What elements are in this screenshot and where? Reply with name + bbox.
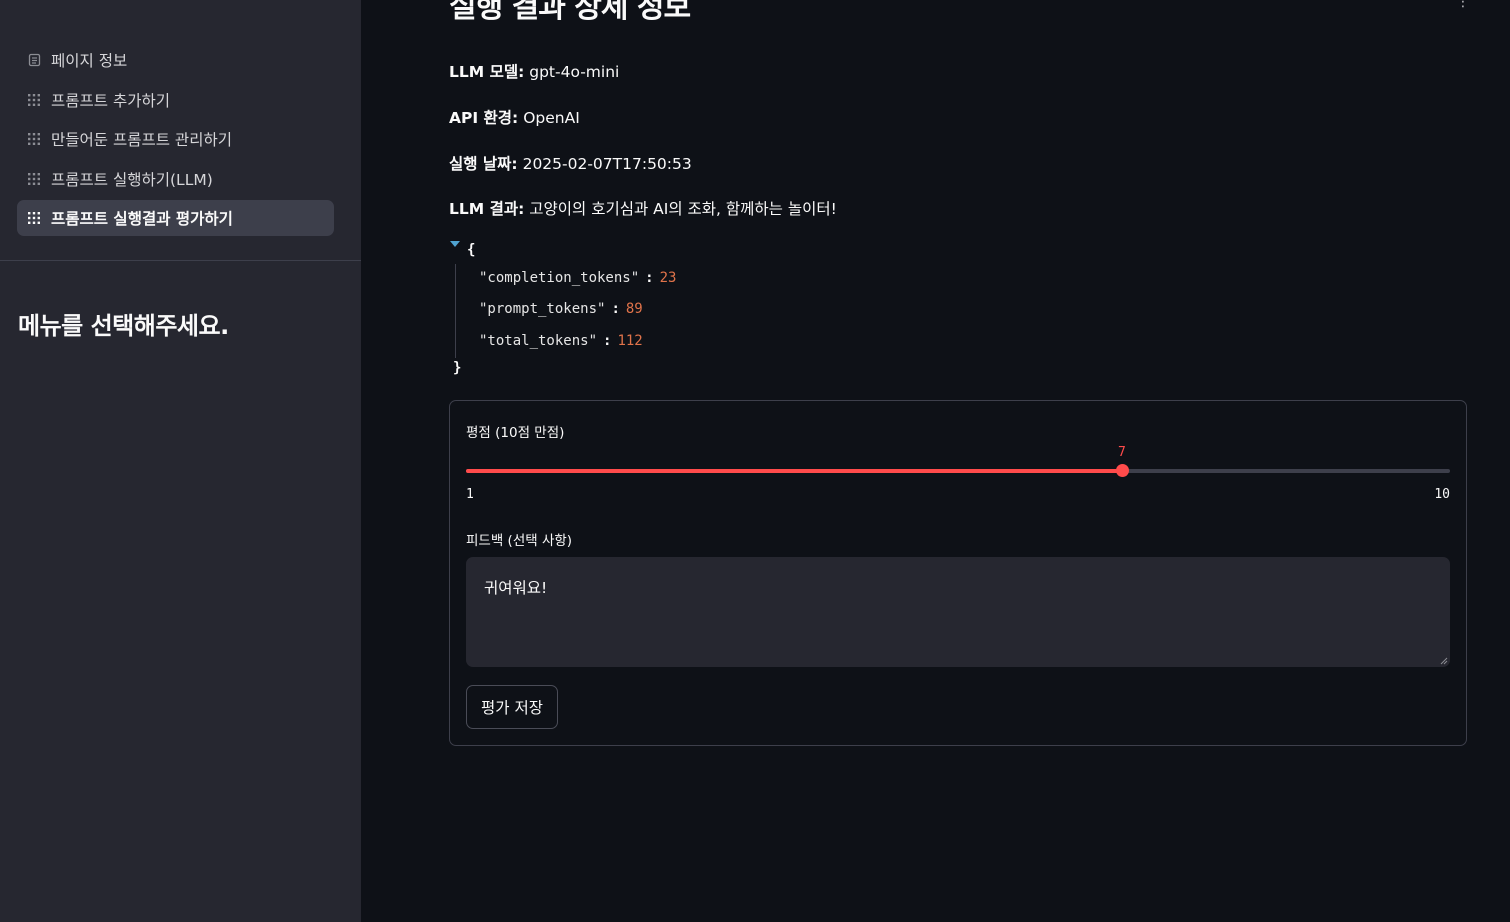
menu-icon[interactable]: ⋮ xyxy=(1456,0,1470,10)
rating-label: 평점 (10점 만점) xyxy=(466,425,565,441)
feedback-textarea[interactable]: 귀여워요! xyxy=(466,557,1450,667)
date-info: 실행 날짜: 2025-02-07T17:50:53 xyxy=(449,152,692,174)
resize-handle-icon[interactable] xyxy=(1440,657,1448,665)
api-value: OpenAI xyxy=(523,109,580,127)
sidebar-item-label: 프롬프트 실행결과 평가하기 xyxy=(51,210,233,228)
feedback-text: 귀여워요! xyxy=(484,579,548,597)
api-info: API 환경: OpenAI xyxy=(449,106,580,128)
slider-fill xyxy=(466,469,1122,473)
slider-min-label: 1 xyxy=(466,487,474,502)
slider-value-label: 7 xyxy=(1118,445,1126,460)
grid-icon xyxy=(27,132,41,146)
save-evaluation-button[interactable]: 평가 저장 xyxy=(466,685,558,729)
sidebar-heading: 메뉴를 선택해주세요. xyxy=(18,312,229,340)
model-label: LLM 모델: xyxy=(449,63,525,81)
json-key: "total_tokens" xyxy=(479,333,598,349)
json-close-brace: } xyxy=(453,360,462,376)
page-icon xyxy=(27,53,41,67)
sidebar-item-page-info[interactable]: 페이지 정보 xyxy=(17,42,334,78)
sidebar-item-manage-prompts[interactable]: 만들어둔 프롬프트 관리하기 xyxy=(17,121,334,157)
api-label: API 환경: xyxy=(449,109,519,127)
json-colon: : xyxy=(645,270,654,286)
sidebar: 페이지 정보 프롬프트 추가하기 만들어둔 프롬프트 관리하기 프롬프트 실행하… xyxy=(0,0,361,922)
json-key: "prompt_tokens" xyxy=(479,301,606,317)
json-row: "completion_tokens":23 xyxy=(479,270,676,286)
sidebar-item-evaluate-results[interactable]: 프롬프트 실행결과 평가하기 xyxy=(17,200,334,236)
json-value: 112 xyxy=(617,333,643,349)
sidebar-item-label: 프롬프트 실행하기(LLM) xyxy=(51,170,213,189)
json-colon: : xyxy=(603,333,612,349)
sidebar-divider xyxy=(0,260,361,261)
main-content: 실행 결과 상세 정보 ⋮ LLM 모델: gpt-4o-mini API 환경… xyxy=(361,0,1510,922)
rating-slider[interactable] xyxy=(466,464,1450,477)
collapse-triangle-icon[interactable] xyxy=(450,241,460,247)
json-row: "total_tokens":112 xyxy=(479,333,643,349)
slider-max-label: 10 xyxy=(1434,487,1450,502)
grid-icon xyxy=(27,172,41,186)
sidebar-item-add-prompt[interactable]: 프롬프트 추가하기 xyxy=(17,82,334,118)
evaluation-form: 평점 (10점 만점) 7 1 10 피드백 (선택 사항) 귀여워요! 평가 … xyxy=(449,400,1467,746)
model-value: gpt-4o-mini xyxy=(529,63,620,81)
sidebar-nav: 페이지 정보 프롬프트 추가하기 만들어둔 프롬프트 관리하기 프롬프트 실행하… xyxy=(17,42,334,240)
date-value: 2025-02-07T17:50:53 xyxy=(522,155,692,173)
json-colon: : xyxy=(611,301,620,317)
json-open-brace: { xyxy=(467,242,476,258)
result-value: 고양이의 호기심과 AI의 조화, 함께하는 놀이터! xyxy=(529,200,837,218)
sidebar-item-run-prompt[interactable]: 프롬프트 실행하기(LLM) xyxy=(17,161,334,197)
sidebar-item-label: 프롬프트 추가하기 xyxy=(51,91,171,110)
sidebar-item-label: 만들어둔 프롬프트 관리하기 xyxy=(51,131,232,149)
feedback-label: 피드백 (선택 사항) xyxy=(466,533,573,549)
json-key: "completion_tokens" xyxy=(479,270,640,286)
date-label: 실행 날짜: xyxy=(449,155,518,173)
json-indent-rail xyxy=(455,264,456,358)
slider-thumb[interactable] xyxy=(1115,464,1129,477)
json-value: 23 xyxy=(659,270,677,286)
json-row: "prompt_tokens":89 xyxy=(479,301,643,317)
result-label: LLM 결과: xyxy=(449,200,525,218)
app: 페이지 정보 프롬프트 추가하기 만들어둔 프롬프트 관리하기 프롬프트 실행하… xyxy=(0,0,1510,922)
page-title: 실행 결과 상세 정보 xyxy=(449,0,691,25)
model-info: LLM 모델: gpt-4o-mini xyxy=(449,60,619,82)
result-info: LLM 결과: 고양이의 호기심과 AI의 조화, 함께하는 놀이터! xyxy=(449,197,837,219)
grid-icon xyxy=(27,211,41,225)
sidebar-item-label: 페이지 정보 xyxy=(51,52,128,70)
grid-icon xyxy=(27,93,41,107)
json-value: 89 xyxy=(625,301,643,317)
